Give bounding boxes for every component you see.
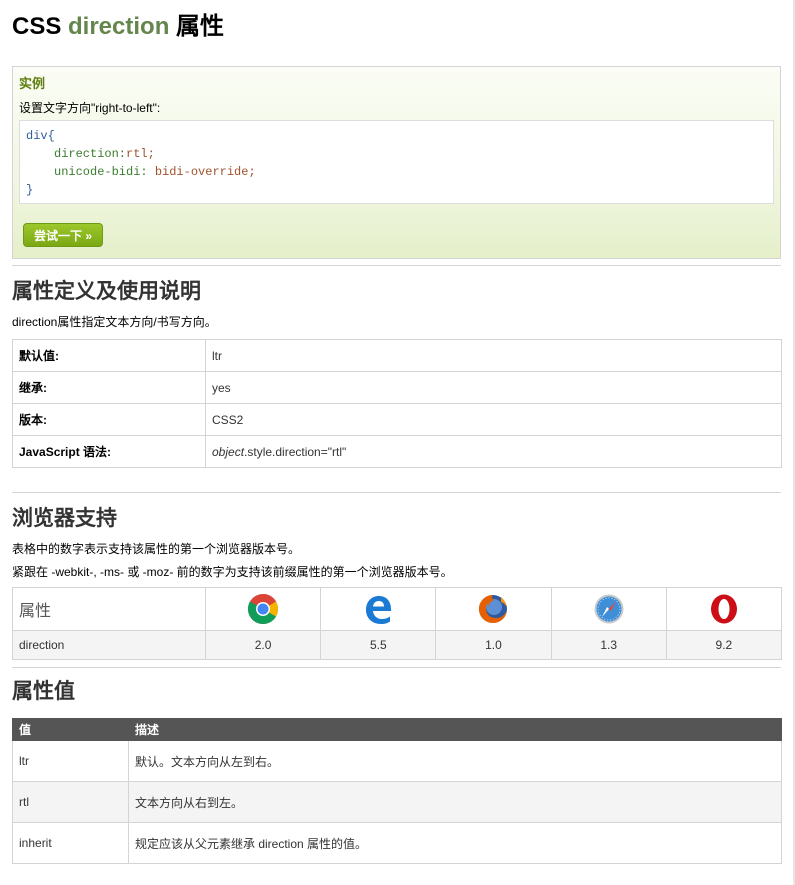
definition-heading: 属性定义及使用说明 [12,280,201,303]
value-cell: ltr [12,740,129,782]
code-val: bidi-override; [154,165,256,179]
js-object-text: object [212,444,245,459]
row-value: yes [205,371,782,404]
code-val: rtl; [126,147,155,161]
code-line-1: div{ [26,129,55,143]
browser-note-1: 表格中的数字表示支持该属性的第一个浏览器版本号。 [12,542,301,556]
browser-version-row: direction 2.0 5.5 1.0 1.3 9.2 [12,630,783,660]
title-highlight: direction [68,13,170,40]
code-line-4: } [26,183,34,197]
value-cell: rtl [12,781,129,823]
version-safari: 1.3 [550,630,667,660]
row-key: 默认值: [12,339,206,372]
firefox-icon [479,595,508,623]
browser-cell [204,587,322,631]
js-syntax-text: .style.direction="rtl" [244,444,347,459]
table-row: 版本: CSS2 [12,403,782,436]
row-key: 继承: [12,371,206,404]
column-header-value: 值 [12,718,129,741]
header-label: 属性 [12,587,206,631]
version-firefox: 1.0 [435,630,552,660]
values-header-row: 值 描述 [12,718,782,741]
code-prop: unicode-bidi: [54,165,155,179]
page: CSS direction 属性 实例 设置文字方向"right-to-left… [0,0,795,885]
try-it-button[interactable]: 尝试一下 » [23,223,104,247]
browser-cell [435,587,552,631]
code-line-2: direction:rtl; [26,145,767,163]
row-value: ltr [205,339,782,372]
title-suffix: 属性 [169,13,225,40]
definition-description: direction属性指定文本方向/书写方向。 [12,315,217,329]
row-key: JavaScript 语法: [12,435,206,468]
table-row: 继承: yes [12,371,782,404]
chrome-icon [248,594,279,625]
divider [12,667,781,668]
row-value: CSS2 [205,403,782,436]
row-key: 版本: [12,403,206,436]
property-name: direction [12,630,206,660]
edge-icon [366,596,392,624]
browser-cell [550,587,667,631]
row-value: object.style.direction="rtl" [205,435,782,468]
values-heading: 属性值 [12,680,75,703]
opera-icon [710,594,737,624]
code-block: div{ direction:rtl; unicode-bidi: bidi-o… [19,120,774,204]
definition-table: 默认值: ltr 继承: yes 版本: CSS2 JavaScript 语法: obj… [12,339,782,468]
table-row: ltr 默认。文本方向从左到右。 [12,740,782,782]
browser-cell [320,587,437,631]
value-cell: inherit [12,822,129,864]
browser-note-2: 紧跟在 -webkit-, -ms- 或 -moz- 前的数字为支持该前缀属性的… [12,565,453,579]
version-opera: 9.2 [665,630,783,660]
table-row: JavaScript 语法: object.style.direction="rt… [12,435,782,468]
divider [12,265,781,266]
desc-cell: 默认。文本方向从左到右。 [128,740,782,782]
desc-cell: 文本方向从右到左。 [128,781,782,823]
divider [12,492,781,493]
browser-cell [665,587,783,631]
table-row: rtl 文本方向从右到左。 [12,781,782,823]
browser-header-row: 属性 [12,587,783,631]
version-edge: 5.5 [320,630,437,660]
example-heading: 实例 [19,76,46,91]
safari-icon [594,594,624,624]
title-prefix: CSS [12,13,69,40]
browser-support-heading: 浏览器支持 [12,507,117,530]
version-chrome: 2.0 [204,630,322,660]
table-row: inherit 规定应该从父元素继承 direction 属性的值。 [12,822,782,864]
table-row: 默认值: ltr [12,339,782,372]
values-table: 值 描述 ltr 默认。文本方向从左到右。 rtl 文本方向从右到左。 inheri… [12,718,782,864]
code-prop: direction: [54,147,127,161]
column-header-desc: 描述 [128,718,782,741]
example-box: 实例 设置文字方向"right-to-left": div{ direction… [12,66,781,259]
browser-table: 属性 direction 2.0 5.5 1.0 1.3 9.2 [12,587,783,660]
desc-cell: 规定应该从父元素继承 direction 属性的值。 [128,822,782,864]
page-title: CSS direction 属性 [12,0,781,52]
code-line-3: unicode-bidi: bidi-override; [26,163,767,181]
example-intro: 设置文字方向"right-to-left": [19,101,161,115]
